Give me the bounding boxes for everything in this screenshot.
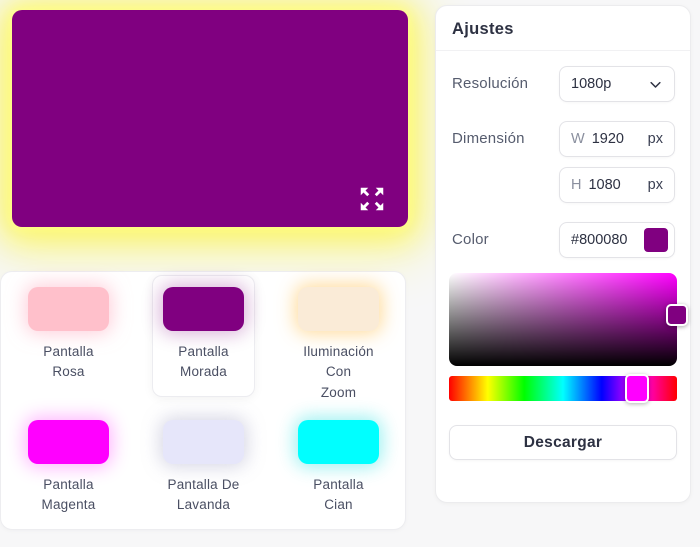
swatch-card[interactable]: Pantalla Cian bbox=[287, 408, 390, 530]
color-field[interactable] bbox=[559, 222, 675, 258]
width-prefix: W bbox=[571, 131, 585, 147]
swatch-card[interactable]: Pantalla Rosa bbox=[17, 275, 120, 397]
swatch-label: Pantalla Rosa bbox=[43, 344, 94, 380]
swatch-label: Pantalla Cian bbox=[313, 477, 364, 513]
resolution-select[interactable]: 1080p bbox=[559, 66, 675, 102]
fullscreen-button[interactable] bbox=[356, 183, 388, 215]
swatch-card[interactable]: Pantalla De Lavanda bbox=[152, 408, 255, 530]
saturation-handle[interactable] bbox=[666, 304, 688, 326]
color-preview-screen bbox=[12, 10, 408, 227]
width-field[interactable]: W px bbox=[559, 121, 675, 157]
resolution-row: Resolución 1080p bbox=[452, 66, 675, 102]
hue-handle[interactable] bbox=[625, 374, 649, 403]
swatch-grid: Pantalla Rosa Pantalla Morada Iluminació… bbox=[1, 272, 405, 541]
swatch-color-chip bbox=[163, 287, 244, 331]
width-unit: px bbox=[647, 131, 663, 147]
color-row: Color bbox=[452, 222, 675, 258]
swatch-label: Pantalla Magenta bbox=[41, 477, 96, 513]
download-button[interactable]: Descargar bbox=[449, 425, 677, 460]
swatch-card[interactable]: Iluminación Con Zoom bbox=[287, 275, 390, 417]
swatch-label: Pantalla Morada bbox=[178, 344, 229, 380]
swatch-label: Pantalla De Lavanda bbox=[167, 477, 240, 513]
color-hex-input[interactable] bbox=[571, 232, 643, 248]
settings-panel: Ajustes Resolución 1080p Dimensión W px … bbox=[435, 5, 691, 503]
height-unit: px bbox=[647, 177, 663, 193]
color-chip bbox=[644, 228, 668, 252]
swatch-label: Iluminación Con Zoom bbox=[303, 344, 374, 400]
resolution-label: Resolución bbox=[452, 75, 529, 92]
resolution-value: 1080p bbox=[571, 76, 612, 92]
height-prefix: H bbox=[571, 177, 582, 193]
swatch-color-chip bbox=[28, 420, 109, 464]
width-input[interactable] bbox=[591, 131, 640, 147]
color-label: Color bbox=[452, 231, 489, 248]
dimension-inputs: W px H px bbox=[559, 121, 675, 203]
chevron-down-icon bbox=[650, 81, 661, 88]
swatch-color-chip bbox=[28, 287, 109, 331]
settings-header: Ajustes bbox=[436, 6, 690, 51]
swatch-color-chip bbox=[298, 420, 379, 464]
swatch-card[interactable]: Pantalla Morada bbox=[152, 275, 255, 397]
dimension-label: Dimensión bbox=[452, 130, 525, 147]
height-input[interactable] bbox=[588, 177, 637, 193]
saturation-gradient[interactable] bbox=[449, 273, 688, 366]
height-field[interactable]: H px bbox=[559, 167, 675, 203]
expand-arrows-icon bbox=[360, 187, 384, 211]
hue-slider[interactable] bbox=[449, 374, 677, 403]
swatch-color-chip bbox=[163, 420, 244, 464]
swatch-library-panel: Pantalla Rosa Pantalla Morada Iluminació… bbox=[0, 271, 406, 530]
swatch-color-chip bbox=[298, 287, 379, 331]
swatch-card[interactable]: Pantalla Magenta bbox=[17, 408, 120, 530]
settings-title: Ajustes bbox=[452, 20, 514, 38]
dimension-row: Dimensión W px H px bbox=[452, 121, 675, 203]
